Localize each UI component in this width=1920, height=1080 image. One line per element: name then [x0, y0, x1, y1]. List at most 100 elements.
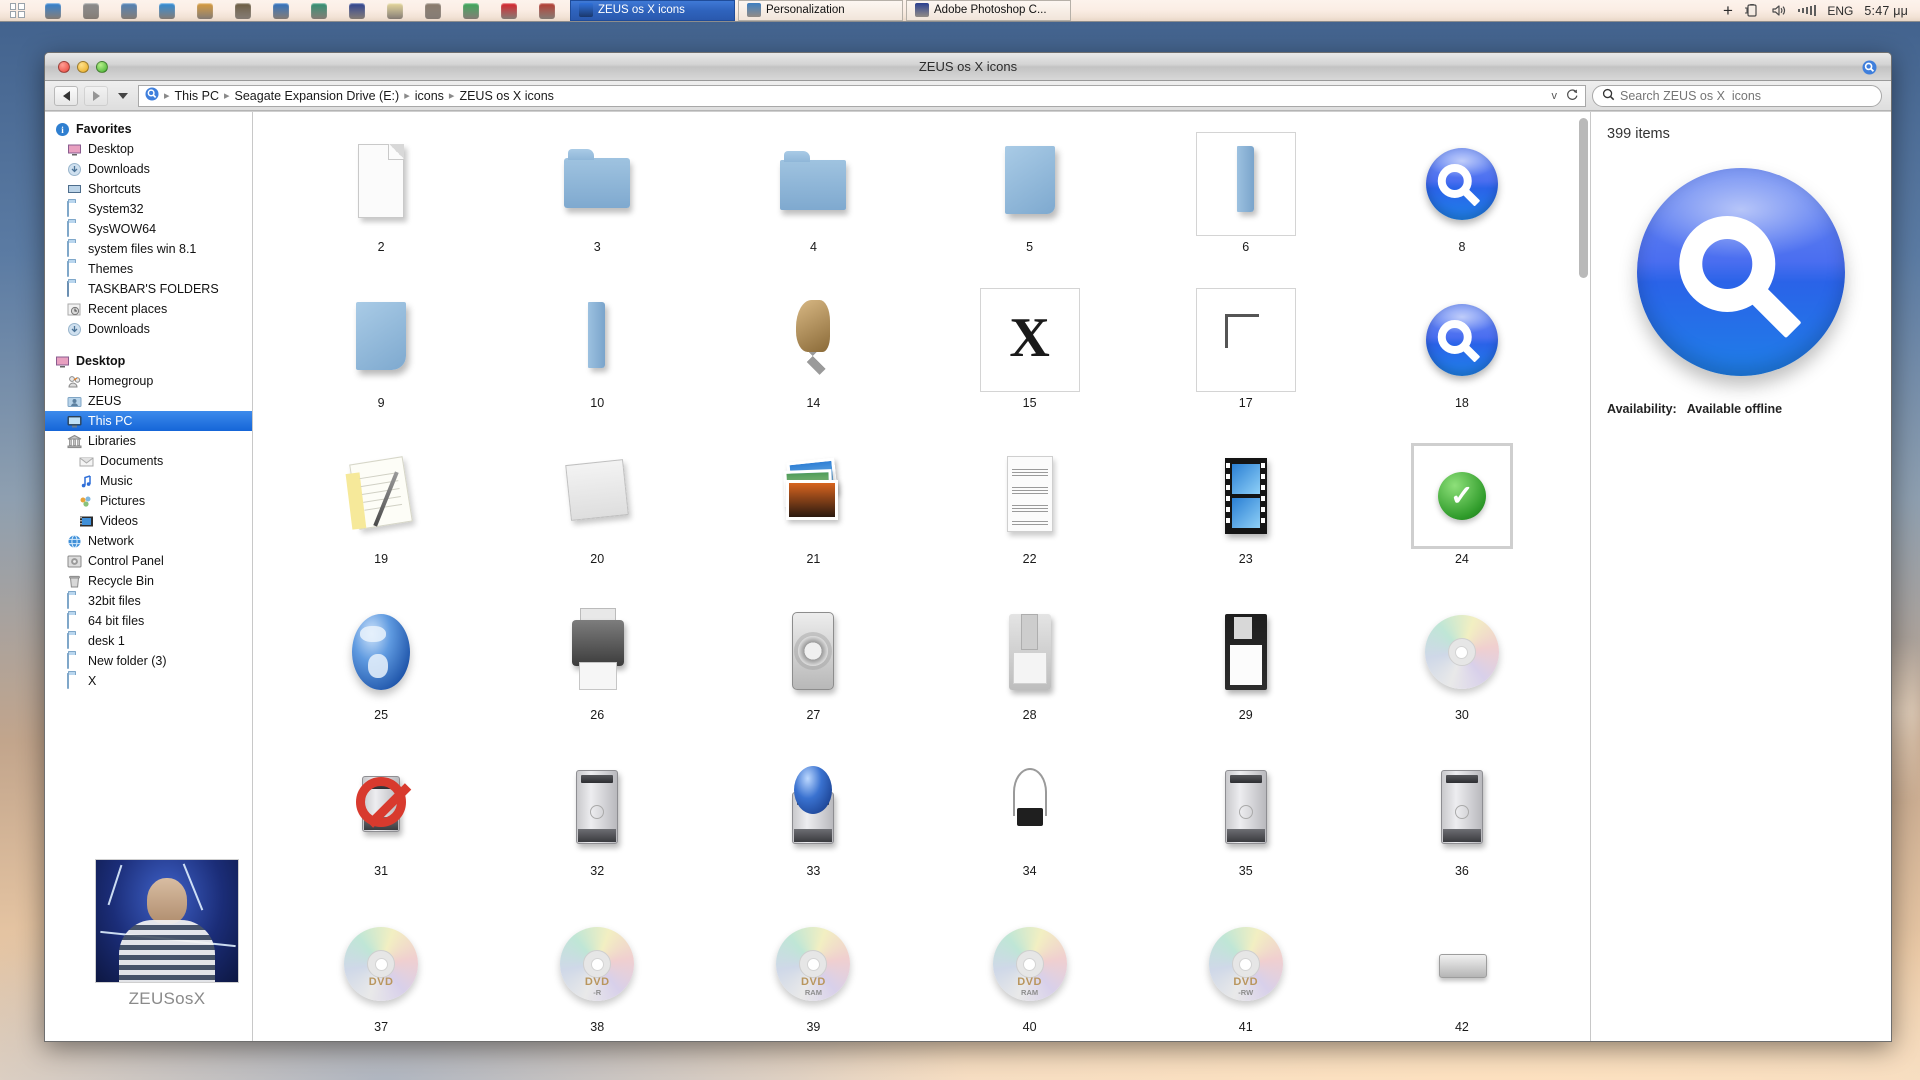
- compass-icon[interactable]: [300, 0, 338, 22]
- sidebar-item-zeus[interactable]: ZEUS: [45, 391, 252, 411]
- back-button[interactable]: [54, 85, 78, 106]
- design-app-icon[interactable]: [186, 0, 224, 22]
- sidebar-item-homegroup[interactable]: Homegroup: [45, 371, 252, 391]
- sidebar-item-themes[interactable]: Themes: [45, 259, 252, 279]
- sidebar-item-control-panel[interactable]: Control Panel: [45, 551, 252, 571]
- breadcrumb-item-3[interactable]: ZEUS os X icons: [459, 89, 553, 103]
- file-item[interactable]: 14: [705, 282, 921, 430]
- display-icon[interactable]: [110, 0, 148, 22]
- apps-grid-icon[interactable]: [414, 0, 452, 22]
- taskbar-task-1[interactable]: Personalization: [738, 0, 903, 21]
- breadcrumb-item-2[interactable]: icons: [415, 89, 444, 103]
- sidebar-item-this-pc[interactable]: This PC: [45, 411, 252, 431]
- zoom-button[interactable]: [96, 60, 108, 73]
- sidebar-item-64-bit-files[interactable]: 64 bit files: [45, 611, 252, 631]
- sidebar-section-favorites[interactable]: i Favorites: [45, 119, 252, 139]
- sidebar-item-desk-1[interactable]: desk 1: [45, 631, 252, 651]
- file-item[interactable]: 31: [273, 750, 489, 898]
- tray-add-icon[interactable]: +: [1723, 2, 1733, 19]
- recent-locations-button[interactable]: [114, 86, 132, 106]
- file-item[interactable]: DVD -RW 41: [1138, 906, 1354, 1041]
- breadcrumb-item-0[interactable]: This PC: [175, 89, 219, 103]
- file-item[interactable]: 8: [1354, 126, 1570, 274]
- file-item[interactable]: 27: [705, 594, 921, 742]
- close-button[interactable]: [58, 60, 70, 73]
- file-item[interactable]: 10: [489, 282, 705, 430]
- system-preferences-icon[interactable]: [72, 0, 110, 22]
- file-item[interactable]: DVD 37: [273, 906, 489, 1041]
- photoshop-icon[interactable]: [338, 0, 376, 22]
- sidebar-section-desktop[interactable]: Desktop: [45, 351, 252, 371]
- sidebar-item-shortcuts[interactable]: Shortcuts: [45, 179, 252, 199]
- signal-bars-icon[interactable]: [1797, 5, 1817, 16]
- sidebar-item-downloads[interactable]: Downloads: [45, 319, 252, 339]
- file-item[interactable]: 3: [489, 126, 705, 274]
- sidebar-item-system-files-win-8-1[interactable]: system files win 8.1: [45, 239, 252, 259]
- vertical-scrollbar[interactable]: [1579, 116, 1588, 1041]
- sidebar-item-new-folder-3[interactable]: New folder (3): [45, 651, 252, 671]
- file-item[interactable]: X 15: [922, 282, 1138, 430]
- sidebar-item-network[interactable]: Network: [45, 531, 252, 551]
- file-item[interactable]: 25: [273, 594, 489, 742]
- file-item[interactable]: DVD RAM 40: [922, 906, 1138, 1041]
- sidebar-item-pictures[interactable]: Pictures: [45, 491, 252, 511]
- file-item[interactable]: 20: [489, 438, 705, 586]
- search-input[interactable]: [1620, 88, 1872, 103]
- file-item[interactable]: 6: [1138, 126, 1354, 274]
- file-item[interactable]: 5: [922, 126, 1138, 274]
- file-item[interactable]: 19: [273, 438, 489, 586]
- file-item[interactable]: 29: [1138, 594, 1354, 742]
- window-title-bar[interactable]: ZEUS os X icons: [45, 53, 1891, 81]
- forward-button[interactable]: [84, 85, 108, 106]
- file-item[interactable]: 42: [1354, 906, 1570, 1041]
- title-search-icon[interactable]: [1862, 60, 1877, 75]
- sidebar-item-downloads[interactable]: Downloads: [45, 159, 252, 179]
- file-item[interactable]: 2: [273, 126, 489, 274]
- file-item[interactable]: ✓ 24: [1354, 438, 1570, 586]
- file-item[interactable]: 32: [489, 750, 705, 898]
- speaker-icon[interactable]: [1771, 4, 1787, 17]
- opera-icon[interactable]: [490, 0, 528, 22]
- sidebar-item-system32[interactable]: System32: [45, 199, 252, 219]
- search-box[interactable]: [1592, 84, 1882, 107]
- start-button[interactable]: [0, 0, 34, 22]
- file-item[interactable]: 17: [1138, 282, 1354, 430]
- file-item[interactable]: 33: [705, 750, 921, 898]
- sidebar-item-libraries[interactable]: Libraries: [45, 431, 252, 451]
- address-bar[interactable]: ▸ This PC ▸ Seagate Expansion Drive (E:)…: [138, 84, 1586, 107]
- sidebar-item-recent-places[interactable]: Recent places: [45, 299, 252, 319]
- sidebar-item-syswow64[interactable]: SysWOW64: [45, 219, 252, 239]
- chrome-icon[interactable]: [452, 0, 490, 22]
- language-indicator[interactable]: ENG: [1827, 4, 1853, 18]
- file-item[interactable]: 36: [1354, 750, 1570, 898]
- sidebar-item-desktop[interactable]: Desktop: [45, 139, 252, 159]
- file-item[interactable]: 35: [1138, 750, 1354, 898]
- mail-app-icon[interactable]: [528, 0, 566, 22]
- file-item[interactable]: DVD RAM 39: [705, 906, 921, 1041]
- sidebar-item-videos[interactable]: Videos: [45, 511, 252, 531]
- history-caret-icon[interactable]: v: [1552, 90, 1558, 102]
- battery-icon[interactable]: [1744, 4, 1760, 17]
- file-item[interactable]: 28: [922, 594, 1138, 742]
- internet-explorer-icon[interactable]: [148, 0, 186, 22]
- file-item[interactable]: 26: [489, 594, 705, 742]
- refresh-icon[interactable]: [1566, 88, 1579, 104]
- file-item[interactable]: 9: [273, 282, 489, 430]
- sidebar-item-music[interactable]: Music: [45, 471, 252, 491]
- file-item[interactable]: 18: [1354, 282, 1570, 430]
- notepad-icon[interactable]: [376, 0, 414, 22]
- file-item[interactable]: DVD -R 38: [489, 906, 705, 1041]
- breadcrumb-item-1[interactable]: Seagate Expansion Drive (E:): [235, 89, 400, 103]
- speaker-icon[interactable]: [224, 0, 262, 22]
- clock[interactable]: 5:47 μμ: [1864, 4, 1908, 18]
- taskbar-task-0[interactable]: ZEUS os X icons: [570, 0, 735, 21]
- sidebar-item-32bit-files[interactable]: 32bit files: [45, 591, 252, 611]
- sidebar-item-documents[interactable]: Documents: [45, 451, 252, 471]
- sidebar-item-recycle-bin[interactable]: Recycle Bin: [45, 571, 252, 591]
- file-item[interactable]: 4: [705, 126, 921, 274]
- taskbar-task-2[interactable]: Adobe Photoshop C...: [906, 0, 1071, 21]
- file-item[interactable]: 22: [922, 438, 1138, 586]
- file-item[interactable]: 34: [922, 750, 1138, 898]
- file-item[interactable]: 23: [1138, 438, 1354, 586]
- file-item[interactable]: 30: [1354, 594, 1570, 742]
